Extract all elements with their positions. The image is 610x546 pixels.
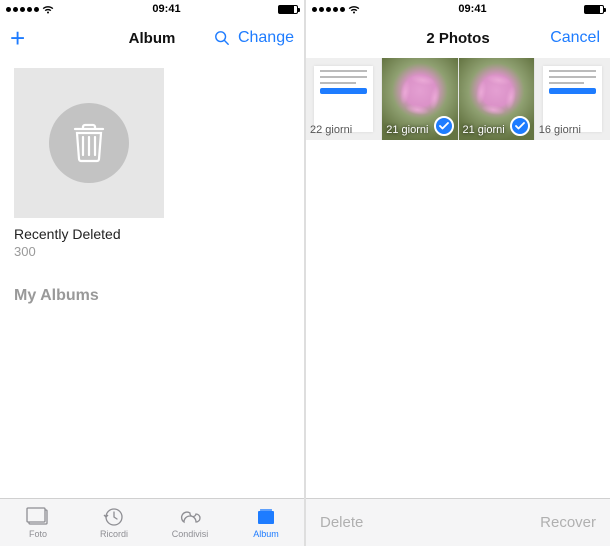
selected-checkmark-icon: [434, 116, 454, 136]
deleted-photos-grid: 22 giorni 21 giorni 21 giorni 16 giorni: [306, 58, 610, 498]
tab-label: Ricordi: [100, 529, 128, 539]
tab-foto[interactable]: Foto: [0, 499, 76, 546]
selected-checkmark-icon: [510, 116, 530, 136]
select-navbar: 2 Photos Cancel: [306, 18, 610, 58]
recover-button[interactable]: Recover: [540, 514, 596, 531]
photo-thumbnail[interactable]: 21 giorni: [458, 58, 534, 140]
status-bar: 09:41: [0, 0, 304, 18]
photo-thumbnail[interactable]: 22 giorni: [306, 58, 381, 140]
navbar-title: 2 Photos: [396, 30, 520, 47]
recently-deleted-screen: 09:41 2 Photos Cancel 22 giorni 21 giorni…: [306, 0, 610, 546]
album-count: 300: [14, 244, 304, 259]
edit-button[interactable]: Change: [238, 29, 294, 47]
tab-condivisi[interactable]: Condivisi: [152, 499, 228, 546]
tab-album[interactable]: Album: [228, 499, 304, 546]
albums-screen: 09:41 + Album Change Recently Deleted 30…: [0, 0, 304, 546]
delete-button[interactable]: Delete: [320, 514, 363, 531]
wifi-icon: [41, 4, 55, 14]
days-remaining-label: 16 giorni: [539, 124, 581, 136]
albums-navbar: + Album Change: [0, 18, 304, 58]
add-album-button[interactable]: +: [10, 25, 25, 51]
tab-label: Condivisi: [172, 529, 209, 539]
album-name: Recently Deleted: [14, 226, 304, 242]
wifi-icon: [347, 4, 361, 14]
search-icon[interactable]: [214, 29, 230, 47]
trash-icon: [49, 103, 129, 183]
battery-icon: [278, 5, 298, 14]
battery-icon: [584, 5, 604, 14]
tab-label: Album: [253, 529, 279, 539]
status-time: 09:41: [458, 3, 486, 15]
album-recently-deleted[interactable]: [14, 68, 164, 218]
tab-bar: Foto Ricordi Condivisi Album: [0, 498, 304, 546]
status-time: 09:41: [152, 3, 180, 15]
signal-strength-icon: [6, 4, 55, 14]
selection-toolbar: Delete Recover: [306, 498, 610, 546]
navbar-title: Album: [90, 30, 214, 47]
tab-label: Foto: [29, 529, 47, 539]
days-remaining-label: 21 giorni: [386, 124, 428, 136]
albums-list: Recently Deleted 300 My Albums: [0, 58, 304, 498]
days-remaining-label: 22 giorni: [310, 124, 352, 136]
cancel-button[interactable]: Cancel: [550, 29, 600, 47]
photo-thumbnail[interactable]: 21 giorni: [381, 58, 457, 140]
status-bar: 09:41: [306, 0, 610, 18]
signal-strength-icon: [312, 4, 361, 14]
tab-ricordi[interactable]: Ricordi: [76, 499, 152, 546]
photo-thumbnail[interactable]: 16 giorni: [534, 58, 610, 140]
my-albums-header: My Albums: [14, 287, 304, 305]
days-remaining-label: 21 giorni: [463, 124, 505, 136]
